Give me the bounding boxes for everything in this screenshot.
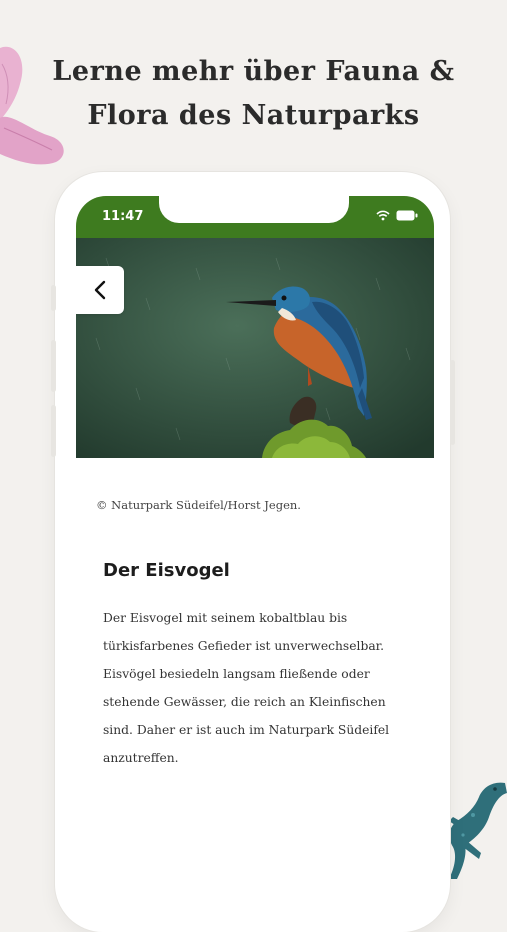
wifi-icon [376,210,390,221]
headline: Lerne mehr über Fauna & Flora des Naturp… [0,50,507,138]
description-line: stehende Gewässer, die reich an Kleinfis… [103,695,386,709]
description-line: anzutreffen. [103,751,179,765]
status-icons [376,210,418,221]
kingfisher-photo [76,238,434,458]
description-line: türkisfarbenes Gefieder ist unverwechsel… [103,639,385,653]
description-line: Der Eisvogel mit seinem kobaltblau bis [103,611,348,625]
description-line: sind. Daher er ist auch im Naturpark Süd… [103,723,390,737]
back-button[interactable] [76,266,124,314]
headline-line-1: Lerne mehr über Fauna & [52,56,455,87]
app-screen: 11:47 © Naturpark Südeifel/Horst Jegen. … [76,196,434,900]
description-line: Eisvögel besiedeln langsam fließende ode… [103,667,370,681]
phone-power-button [450,360,455,445]
headline-line-2: Flora des Naturparks [87,100,420,131]
phone-notch [159,196,349,223]
phone-volume-down [51,405,56,457]
phone-side-button [51,285,56,311]
phone-volume-up [51,340,56,392]
battery-icon [396,210,418,221]
species-description: Der Eisvogel mit seinem kobaltblau bis t… [103,604,413,772]
species-title: Der Eisvogel [103,560,230,581]
status-bar: 11:47 [76,196,434,238]
photo-credit: © Naturpark Südeifel/Horst Jegen. [96,498,301,512]
status-time: 11:47 [102,209,144,224]
chevron-left-icon [94,280,106,300]
